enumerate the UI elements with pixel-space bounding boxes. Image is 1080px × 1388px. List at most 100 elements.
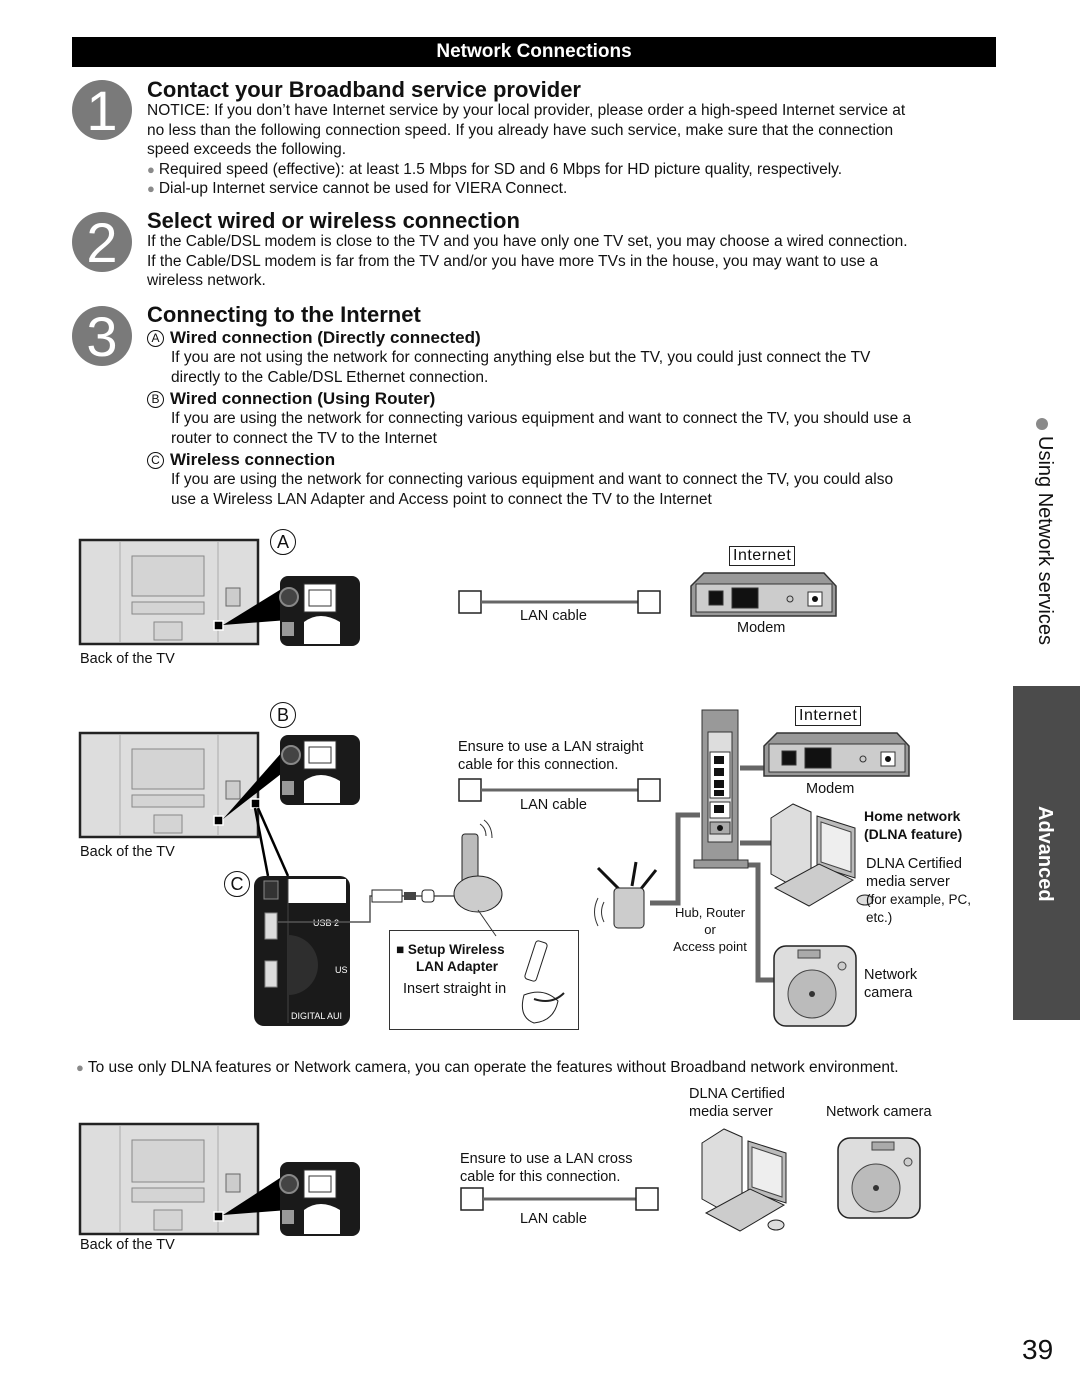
pc-icon: [770, 803, 874, 907]
usb-port-label: US: [335, 965, 348, 975]
internet-label-b: Internet: [795, 706, 862, 726]
option-a-title-text: Wired connection (Directly connected): [170, 328, 481, 347]
page-number: 39: [1022, 1334, 1054, 1365]
usb-adapter-icon: [521, 940, 565, 1024]
text-line: DLNA Certified: [866, 856, 962, 872]
square-bullet-icon: ■: [396, 942, 405, 957]
text-line: Access point: [673, 939, 747, 954]
tv-back-illustration-a: [78, 538, 360, 646]
text-line: If the Cable/DSL modem is far from the T…: [147, 252, 879, 270]
network-camera-label: Network camera: [864, 966, 917, 1002]
wireless-adapter-icon: [453, 819, 503, 937]
text-line: etc.): [866, 910, 893, 925]
text-line: (DLNA feature): [864, 826, 963, 842]
text-line: or: [704, 922, 716, 937]
cross-cable-note: Ensure to use a LAN cross cable for this…: [460, 1150, 632, 1186]
text-line: directly to the Cable/DSL Ethernet conne…: [171, 368, 489, 386]
step-2-body: If the Cable/DSL modem is close to the T…: [147, 232, 1007, 291]
bullet-item: Dial-up Internet service cannot be used …: [147, 179, 1007, 199]
setup-wireless-adapter-box: ■ Setup Wireless LAN Adapter Insert stra…: [389, 930, 579, 1030]
text-line: speed exceeds the following.: [147, 141, 347, 158]
note-text: To use only DLNA features or Network cam…: [87, 1059, 899, 1076]
setup-box-title-line: LAN Adapter: [416, 959, 499, 974]
network-camera-icon-bottom: [837, 1137, 921, 1219]
advanced-tab-label: Advanced: [1034, 806, 1056, 902]
text-line: NOTICE: If you don’t have Internet servi…: [147, 102, 906, 119]
hub-router-icon: [693, 709, 749, 869]
setup-box-note: Insert straight in: [403, 981, 507, 997]
text-line: router to connect the TV to the Internet: [171, 429, 437, 447]
modem-label-a: Modem: [737, 620, 786, 636]
access-point-icon: [594, 861, 658, 929]
lan-cable-bottom: [460, 1187, 659, 1211]
text-line: If you are not using the network for con…: [171, 349, 871, 366]
step-3-number: 3: [72, 306, 132, 368]
text-line: Home network: [864, 808, 961, 824]
section-banner: Network Connections: [72, 37, 996, 67]
option-b-title-text: Wired connection (Using Router): [170, 389, 436, 408]
step-2-number: 2: [72, 212, 132, 274]
option-b-mark: B: [147, 391, 164, 408]
text-line: use a Wireless LAN Adapter and Access po…: [171, 490, 712, 508]
option-c-body: If you are using the network for connect…: [171, 470, 893, 509]
option-b-body: If you are using the network for connect…: [171, 409, 911, 448]
pc-icon-bottom: [701, 1128, 787, 1232]
modem-label-b: Modem: [806, 781, 855, 797]
option-c-title-text: Wireless connection: [170, 450, 336, 469]
lan-cable-label-a: LAN cable: [520, 608, 587, 624]
section-side-label: Using Network services: [1034, 436, 1056, 645]
cable-connector-icon: [637, 590, 661, 614]
option-a-title: A Wired connection (Directly connected): [147, 328, 481, 348]
back-of-tv-label-a: Back of the TV: [80, 651, 175, 667]
text-line: If the Cable/DSL modem is close to the T…: [147, 233, 908, 250]
text-line: DLNA Certified: [689, 1086, 785, 1102]
step-1-body: NOTICE: If you don’t have Internet servi…: [147, 101, 1007, 199]
bottom-dlna-label: DLNA Certified media server: [689, 1085, 785, 1121]
text-line: If you are using the network for connect…: [171, 471, 894, 488]
digital-audio-label: DIGITAL AUI: [291, 1011, 343, 1021]
bullet-text: Dial-up Internet service cannot be used …: [158, 180, 568, 197]
text-line: cable for this connection.: [460, 1169, 621, 1185]
bullet-text: Required speed (effective): at least 1.5…: [158, 160, 843, 178]
text-line: wireless network.: [147, 272, 266, 289]
setup-box-title: ■ Setup Wireless LAN Adapter: [396, 941, 505, 975]
step-3-title: Connecting to the Internet: [147, 302, 421, 327]
option-c-title: C Wireless connection: [147, 450, 335, 470]
dlna-only-note: To use only DLNA features or Network cam…: [76, 1058, 899, 1078]
text-line: Hub, Router: [674, 905, 746, 920]
option-a-body: If you are not using the network for con…: [171, 348, 870, 387]
lan-port-panel-icon: [280, 735, 360, 805]
cable-connector-icon: [458, 590, 482, 614]
option-a-mark: A: [147, 330, 164, 347]
cable-connector-icon: [458, 778, 482, 802]
advanced-tab[interactable]: Advanced: [1013, 686, 1080, 1020]
text-line: no less than the following connection sp…: [147, 121, 894, 139]
text-line: media server: [866, 874, 950, 890]
cable-connector-icon: [460, 1187, 484, 1211]
step-1-title: Contact your Broadband service provider: [147, 77, 581, 102]
modem-icon-b: [763, 732, 910, 777]
tv-back-illustration-bottom: [78, 1122, 360, 1236]
network-camera-icon: [773, 945, 857, 1027]
step-2-title: Select wired or wireless connection: [147, 208, 520, 233]
modem-icon-a: [690, 572, 837, 617]
bottom-camera-label: Network camera: [826, 1104, 932, 1120]
option-b-title: B Wired connection (Using Router): [147, 389, 435, 409]
tv-back-icon: [78, 1122, 260, 1236]
text-line: Ensure to use a LAN cross: [460, 1151, 633, 1167]
tv-back-icon: [78, 731, 261, 839]
back-of-tv-label-bottom: Back of the TV: [80, 1237, 175, 1253]
lan-port-panel-icon: [279, 1162, 360, 1236]
text-line: camera: [864, 985, 913, 1001]
back-of-tv-label-b: Back of the TV: [80, 844, 175, 860]
section-bullet-icon: [1036, 418, 1048, 430]
diagram-c-mark: C: [224, 871, 250, 897]
text-line: (for example, PC,: [866, 892, 972, 907]
dlna-server-label: DLNA Certified media server (for example…: [866, 855, 971, 927]
step-1-number: 1: [72, 80, 132, 142]
bullet-item: Required speed (effective): at least 1.5…: [147, 160, 1007, 180]
lan-cable-label-bottom: LAN cable: [520, 1211, 587, 1227]
hub-label: Hub, Router or Access point: [672, 904, 748, 955]
lan-cable-label-b: LAN cable: [520, 797, 587, 813]
internet-label-a: Internet: [729, 546, 796, 566]
